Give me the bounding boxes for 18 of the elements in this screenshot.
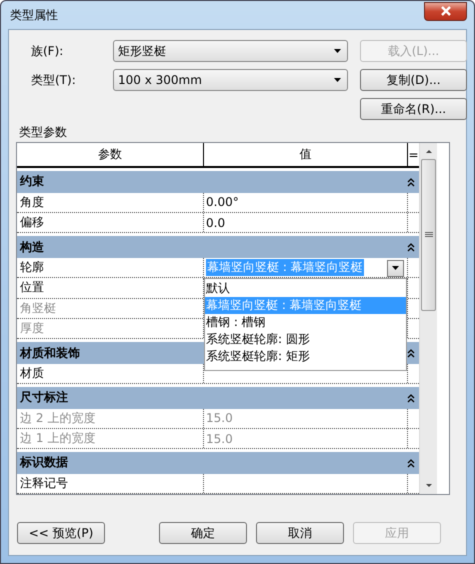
parameter-name: 厚度	[19, 320, 45, 338]
parameter-name: 位置	[19, 279, 45, 296]
parameter-name: 角度	[19, 194, 45, 211]
section-label: 类型参数	[19, 124, 68, 138]
window-title: 类型属性	[9, 6, 58, 24]
parameter-name: 边 1 上的宽度	[19, 430, 96, 448]
parameter-name: 角竖梃	[19, 300, 57, 317]
parameter-name: 偏移	[19, 214, 45, 232]
field-label: 族(F):	[31, 42, 64, 60]
parameter-value: 0.0	[206, 216, 226, 230]
parameter-value: 0.00°	[206, 195, 239, 210]
parameter-value: 15.0	[206, 432, 233, 446]
field-label: 类型(T):	[31, 72, 77, 88]
parameter-name: 材质	[19, 364, 45, 382]
parameter-name: 注释记号	[19, 474, 69, 492]
parameter-name: 边 2 上的宽度	[19, 410, 96, 427]
parameter-value: 15.0	[206, 411, 233, 426]
parameter-name: 轮廓	[19, 258, 45, 276]
